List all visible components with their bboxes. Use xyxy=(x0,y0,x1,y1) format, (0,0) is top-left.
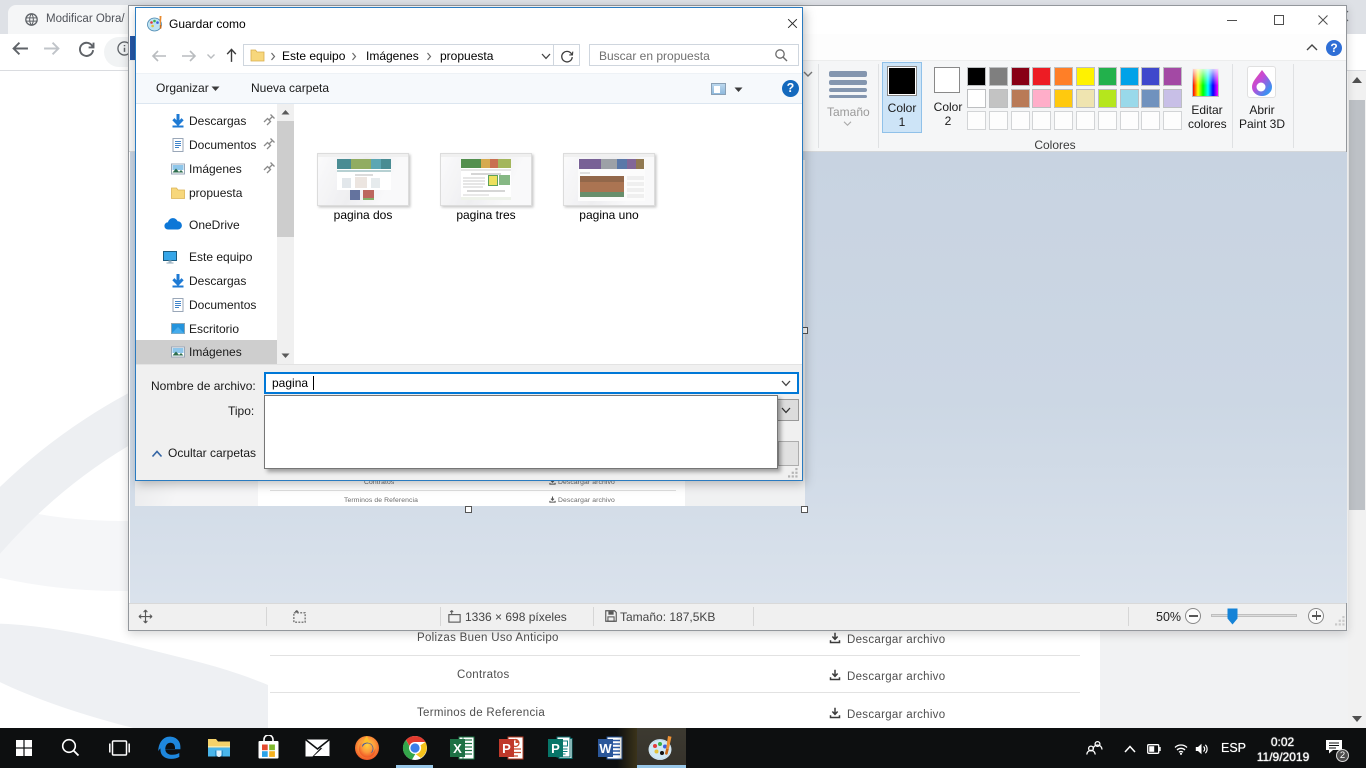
svg-text:P: P xyxy=(551,741,560,756)
svg-text:W: W xyxy=(599,741,612,756)
svg-text:P: P xyxy=(502,741,511,756)
svg-text:X: X xyxy=(453,741,462,756)
